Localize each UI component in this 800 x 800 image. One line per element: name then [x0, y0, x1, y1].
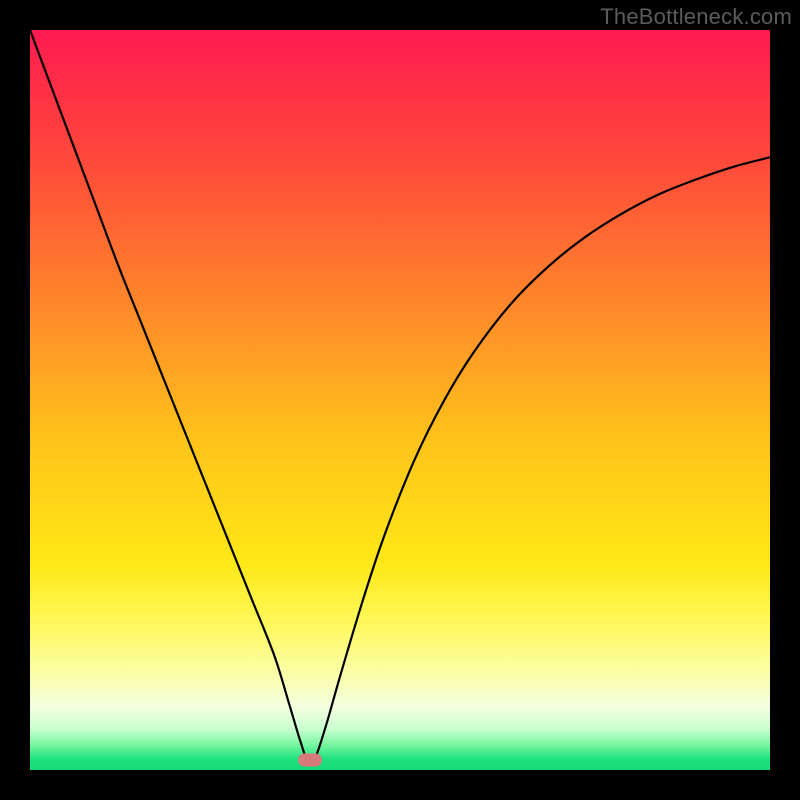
- plot-area: [30, 30, 770, 770]
- watermark-text: TheBottleneck.com: [600, 4, 792, 30]
- chart-frame: TheBottleneck.com: [0, 0, 800, 800]
- background-gradient: [30, 30, 770, 770]
- optimum-marker: [298, 753, 322, 766]
